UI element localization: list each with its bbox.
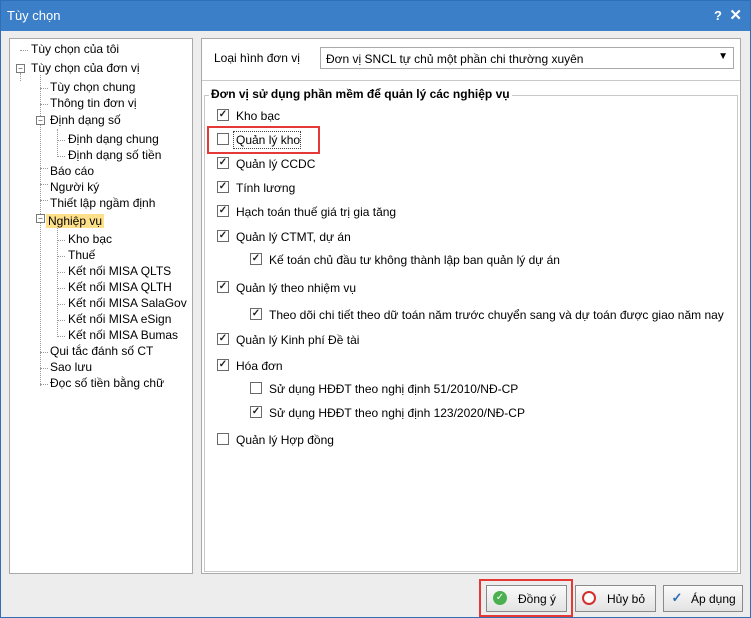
tree-item-label: Thiết lập ngầm định [50, 196, 156, 210]
tree-item-defaults[interactable]: Thiết lập ngầm định [48, 195, 157, 211]
tree-item-misa-bumas[interactable]: Kết nối MISA Bumas [66, 327, 180, 343]
unit-type-select[interactable]: Đơn vị SNCL tự chủ một phần chi thường x… [320, 47, 734, 69]
unit-type-label: Loại hình đơn vị [214, 51, 300, 65]
tree-item-operations[interactable]: Nghiệp vụ [46, 213, 105, 229]
tree-item-label: Định dạng chung [68, 132, 159, 146]
ok-label: Đồng ý [518, 592, 557, 606]
tree-item-tax[interactable]: Thuế [66, 247, 97, 263]
tree-item-currency-format[interactable]: Định dạng số tiền [66, 147, 163, 163]
close-icon[interactable]: ✕ [729, 6, 742, 24]
tree-item-misa-qlts[interactable]: Kết nối MISA QLTS [66, 263, 173, 279]
tree-item-label: Định dạng số [50, 113, 121, 127]
apply-label: Áp dụng [691, 592, 736, 606]
checkbox-label: Theo dõi chi tiết theo dữ toán năm trước… [269, 308, 724, 322]
collapse-icon[interactable]: − [36, 214, 45, 223]
tree-item-general[interactable]: Tùy chọn chung [48, 79, 137, 95]
tree-item-label: Kết nối MISA QLTH [68, 280, 172, 294]
cancel-label: Hủy bỏ [607, 592, 646, 606]
tree-item-label: Kết nối MISA eSign [68, 312, 172, 326]
tree-item-label: Qui tắc đánh số CT [50, 344, 154, 358]
checkbox-icon[interactable] [250, 382, 262, 394]
tree-item-label: Kết nối MISA SalaGov [68, 296, 187, 310]
tree-item-label: Nghiệp vụ [46, 214, 105, 228]
checkbox-label: Quản lý theo nhiệm vụ [236, 281, 357, 295]
tree-item-misa-salagov[interactable]: Kết nối MISA SalaGov [66, 295, 189, 311]
group-title: Đơn vị sử dụng phần mềm để quản lý các n… [209, 87, 512, 101]
tree-item-reports[interactable]: Báo cáo [48, 163, 96, 179]
check-icon[interactable]: ✓ [217, 205, 229, 217]
options-tree: − − − Tùy chọn của tôi Tùy chọn của đơn … [9, 38, 193, 574]
divider [202, 80, 740, 81]
tree-item-unit-options[interactable]: Tùy chọn của đơn vị [29, 60, 142, 76]
help-icon[interactable]: ? [714, 8, 722, 23]
checkbox-label: Sử dụng HĐĐT theo nghị định 123/2020/NĐ-… [269, 406, 525, 420]
apply-button[interactable]: ✓ Áp dụng [663, 585, 743, 612]
check-icon[interactable]: ✓ [250, 406, 262, 418]
tree-item-label: Kho bạc [68, 232, 113, 246]
tree-item-unit-info[interactable]: Thông tin đơn vị [48, 95, 139, 111]
checkbox-label: Kho bạc [236, 109, 281, 123]
cancel-button[interactable]: Hủy bỏ [575, 585, 656, 612]
tree-item-amount-in-words[interactable]: Đọc số tiền bằng chữ [48, 375, 166, 391]
tree-item-treasury[interactable]: Kho bạc [66, 231, 114, 247]
check-icon[interactable]: ✓ [217, 333, 229, 345]
checkbox-label: Quản lý Hợp đồng [236, 433, 334, 447]
check-icon[interactable]: ✓ [217, 109, 229, 121]
checkmark-icon: ✓ [671, 590, 683, 605]
checkbox-label: Tính lương [236, 181, 296, 195]
tree-item-number-format[interactable]: Định dạng số [48, 112, 123, 128]
tree-item-label: Tùy chọn của tôi [31, 42, 120, 56]
highlight-inventory [207, 126, 320, 154]
tree-item-label: Kết nối MISA QLTS [68, 264, 172, 278]
collapse-icon[interactable]: − [36, 116, 45, 125]
tree-item-label: Kết nối MISA Bumas [68, 328, 179, 342]
check-icon[interactable]: ✓ [250, 253, 262, 265]
checkbox-label: Hạch toán thuế giá trị gia tăng [236, 205, 397, 219]
checkbox-label: Quản lý CTMT, dự án [236, 230, 351, 244]
tree-item-label: Sao lưu [50, 360, 93, 374]
tree-item-label: Đọc số tiền bằng chữ [50, 376, 165, 390]
checkbox-label: Hóa đơn [236, 359, 283, 373]
ok-button[interactable]: ✓ Đồng ý [486, 585, 567, 612]
chevron-down-icon[interactable]: ▼ [718, 51, 728, 62]
check-icon[interactable]: ✓ [217, 359, 229, 371]
checkbox-label: Quản lý Kinh phí Đề tài [236, 333, 360, 347]
checkbox-label: Quản lý CCDC [236, 157, 316, 171]
cancel-icon [582, 591, 596, 605]
tree-item-signer[interactable]: Người ký [48, 179, 101, 195]
tree-item-misa-qlth[interactable]: Kết nối MISA QLTH [66, 279, 174, 295]
checkbox-icon[interactable] [217, 433, 229, 445]
check-icon[interactable]: ✓ [217, 181, 229, 193]
unit-type-value: Đơn vị SNCL tự chủ một phần chi thường x… [326, 52, 584, 66]
check-icon[interactable]: ✓ [217, 230, 229, 242]
tree-item-label: Thông tin đơn vị [50, 96, 137, 110]
tree-item-label: Định dạng số tiền [68, 148, 162, 162]
tree-item-backup[interactable]: Sao lưu [48, 359, 94, 375]
check-icon[interactable]: ✓ [250, 308, 262, 320]
tree-item-label: Báo cáo [50, 164, 95, 178]
tree-item-general-format[interactable]: Định dạng chung [66, 131, 161, 147]
tree-item-label: Tùy chọn của đơn vị [31, 61, 140, 75]
title-bar: Tùy chọn ? ✕ [1, 1, 750, 31]
window-title: Tùy chọn [7, 8, 61, 23]
check-icon[interactable]: ✓ [217, 157, 229, 169]
collapse-icon[interactable]: − [16, 64, 25, 73]
checkbox-label: Sử dụng HĐĐT theo nghị định 51/2010/NĐ-C… [269, 382, 519, 396]
checkbox-label: Kế toán chủ đầu tư không thành lập ban q… [269, 253, 560, 267]
check-icon[interactable]: ✓ [217, 281, 229, 293]
tree-item-label: Thuế [68, 248, 96, 262]
tree-item-numbering-rules[interactable]: Qui tắc đánh số CT [48, 343, 155, 359]
tree-item-misa-esign[interactable]: Kết nối MISA eSign [66, 311, 173, 327]
check-circle-icon: ✓ [493, 591, 507, 605]
tree-item-my-options[interactable]: Tùy chọn của tôi [29, 41, 121, 57]
tree-item-label: Tùy chọn chung [50, 80, 136, 94]
tree-item-label: Người ký [50, 180, 100, 194]
